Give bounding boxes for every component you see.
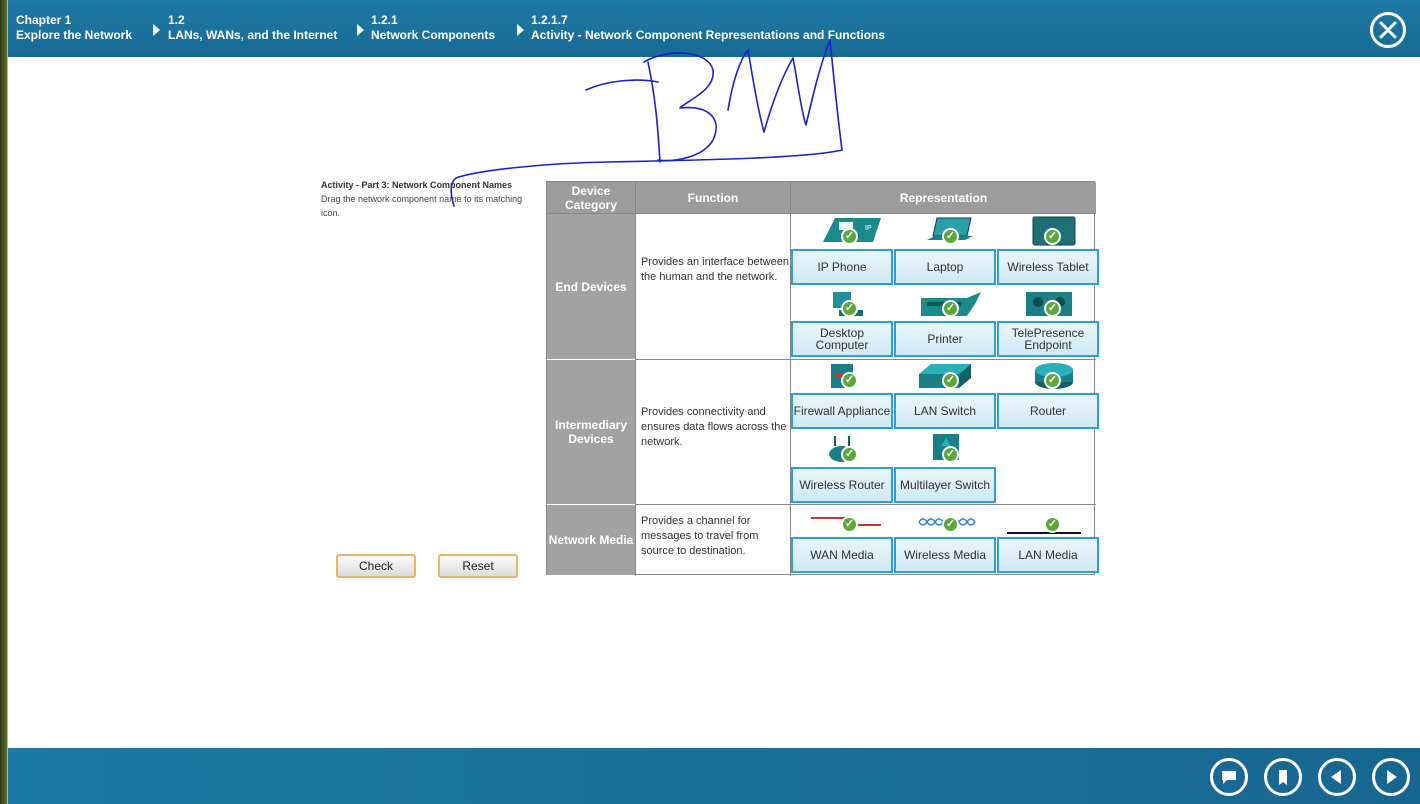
breadcrumb-label: Network Components <box>371 28 496 42</box>
component-table: Device Category Function Representation … <box>546 181 1099 576</box>
breadcrumb-number: 1.2.1 <box>371 13 398 27</box>
breadcrumb-arrow-icon <box>153 24 160 36</box>
row-divider <box>635 504 1096 505</box>
name-wireless-tablet[interactable]: Wireless Tablet <box>997 249 1099 285</box>
svg-text:IP: IP <box>865 225 872 232</box>
name-wireless-router[interactable]: Wireless Router <box>791 467 893 503</box>
function-end-devices: Provides an interface between the human … <box>641 256 789 283</box>
breadcrumb-chapter[interactable]: Chapter 1 Explore the Network <box>16 13 132 43</box>
reset-button[interactable]: Reset <box>438 554 518 578</box>
next-icon <box>1387 770 1397 784</box>
column-divider <box>790 182 791 576</box>
instructions-title: Activity - Part 3: Network Component Nam… <box>321 180 513 190</box>
check-mark-icon: ✓ <box>1044 228 1061 245</box>
instructions-body: Drag the network component name to its m… <box>321 194 523 218</box>
name-multilayer-switch[interactable]: Multilayer Switch <box>894 467 996 503</box>
name-printer[interactable]: Printer <box>894 321 996 357</box>
comment-button[interactable] <box>1210 758 1248 796</box>
check-mark-icon: ✓ <box>1044 372 1061 389</box>
check-mark-icon: ✓ <box>1044 300 1061 317</box>
category-end-devices: End Devices <box>547 214 635 359</box>
breadcrumb-number: 1.2.1.7 <box>531 13 568 27</box>
name-desktop-computer[interactable]: Desktop Computer <box>791 321 893 357</box>
name-ip-phone[interactable]: IP Phone <box>791 249 893 285</box>
breadcrumb-subsection[interactable]: 1.2.1 Network Components <box>371 13 495 43</box>
previous-button[interactable] <box>1318 758 1356 796</box>
check-mark-icon: ✓ <box>942 516 959 533</box>
check-mark-icon: ✓ <box>942 372 959 389</box>
bookmark-button[interactable] <box>1264 758 1302 796</box>
next-button[interactable] <box>1372 758 1410 796</box>
check-mark-icon: ✓ <box>841 446 858 463</box>
check-mark-icon: ✓ <box>841 228 858 245</box>
breadcrumb-arrow-icon <box>517 24 524 36</box>
check-mark-icon: ✓ <box>841 300 858 317</box>
breadcrumb-label: Explore the Network <box>16 28 133 42</box>
breadcrumb-label: LANs, WANs, and the Internet <box>168 28 338 42</box>
category-network-media: Network Media <box>547 505 635 575</box>
function-network-media: Provides a channel for messages to trave… <box>641 515 759 557</box>
row-divider <box>635 359 1096 360</box>
name-wireless-media[interactable]: Wireless Media <box>894 537 996 573</box>
bookmark-icon <box>1279 770 1287 785</box>
close-icon <box>1379 21 1397 39</box>
check-mark-icon: ✓ <box>942 446 959 463</box>
header-representation: Representation <box>791 182 1096 213</box>
close-button[interactable] <box>1370 12 1406 48</box>
activity-instructions: Activity - Part 3: Network Component Nam… <box>321 180 541 220</box>
top-navigation-bar: Chapter 1 Explore the Network 1.2 LANs, … <box>8 0 1420 57</box>
breadcrumb-activity[interactable]: 1.2.1.7 Activity - Network Component Rep… <box>531 13 885 43</box>
name-firewall-appliance[interactable]: Firewall Appliance <box>791 393 893 429</box>
name-laptop[interactable]: Laptop <box>894 249 996 285</box>
check-mark-icon: ✓ <box>841 516 858 533</box>
check-mark-icon: ✓ <box>942 228 959 245</box>
name-wan-media[interactable]: WAN Media <box>791 537 893 573</box>
function-intermediary-devices: Provides connectivity and ensures data f… <box>641 406 787 448</box>
check-mark-icon: ✓ <box>841 372 858 389</box>
check-mark-icon: ✓ <box>942 300 959 317</box>
header-device-category: Device Category <box>547 182 635 213</box>
comment-icon <box>1222 771 1236 784</box>
page: Chapter 1 Explore the Network 1.2 LANs, … <box>8 0 1420 804</box>
check-button[interactable]: Check <box>336 554 416 578</box>
previous-icon <box>1331 770 1341 784</box>
breadcrumb-label: Activity - Network Component Representat… <box>531 28 886 42</box>
breadcrumb-number: 1.2 <box>168 13 185 27</box>
breadcrumb-number: Chapter 1 <box>16 13 72 27</box>
header-function: Function <box>636 182 790 213</box>
breadcrumb-section[interactable]: 1.2 LANs, WANs, and the Internet <box>168 13 337 43</box>
category-intermediary-devices: Intermediary Devices <box>547 360 635 504</box>
name-lan-switch[interactable]: LAN Switch <box>894 393 996 429</box>
name-telepresence-endpoint[interactable]: TelePresence Endpoint <box>997 321 1099 357</box>
check-mark-icon: ✓ <box>1044 516 1061 533</box>
bottom-navigation-bar <box>8 748 1420 804</box>
name-router[interactable]: Router <box>997 393 1099 429</box>
name-lan-media[interactable]: LAN Media <box>997 537 1099 573</box>
breadcrumb-arrow-icon <box>357 24 364 36</box>
